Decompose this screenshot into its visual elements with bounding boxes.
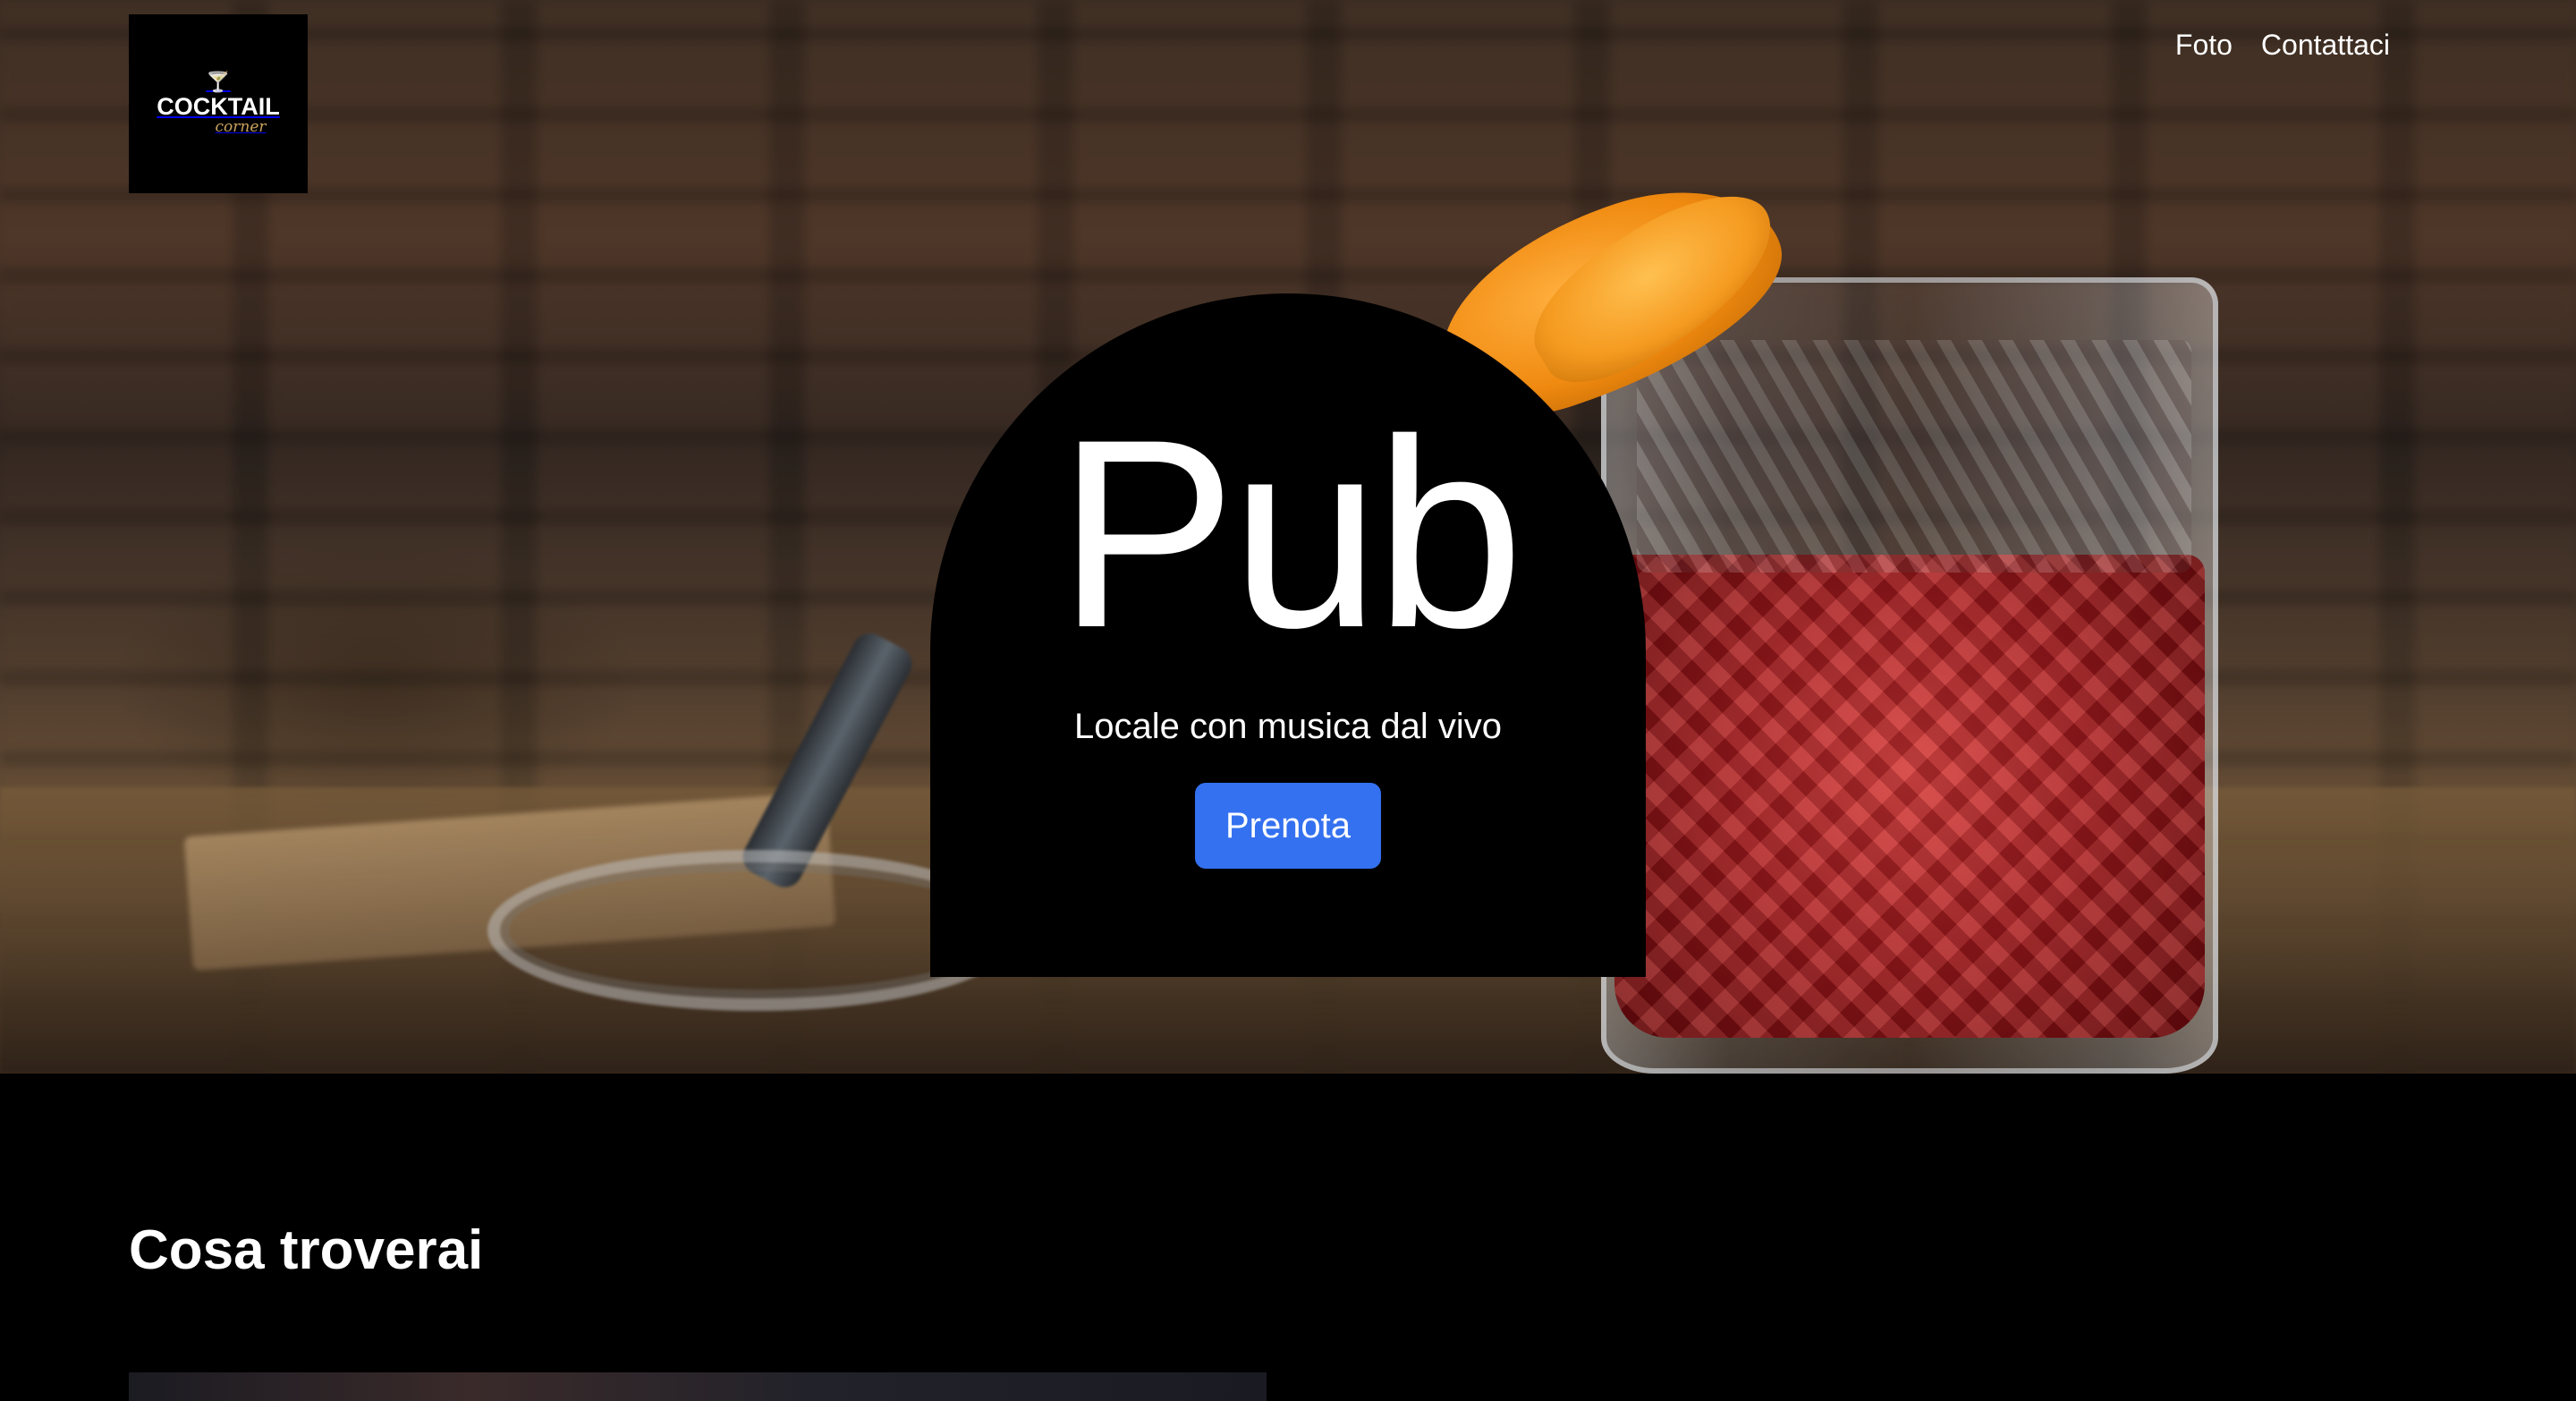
logo-subtext: corner bbox=[215, 117, 267, 136]
cocktail-liquid bbox=[1614, 555, 2205, 1038]
prenota-button[interactable]: Prenota bbox=[1194, 783, 1382, 869]
cocktail-ice bbox=[1637, 340, 2191, 573]
hero-subtitle: Locale con musica dal vivo bbox=[1073, 707, 1503, 746]
hero-title: Pub bbox=[1057, 383, 1524, 684]
site-logo[interactable]: 🍸 COCKTAIL corner bbox=[129, 14, 308, 193]
main-nav: Foto Contattaci bbox=[2175, 29, 2390, 62]
nav-link-foto[interactable]: Foto bbox=[2175, 29, 2233, 62]
nav-link-contattaci[interactable]: Contattaci bbox=[2261, 29, 2390, 62]
logo-text: COCKTAIL bbox=[157, 92, 280, 120]
cocktail-glass-icon: 🍸 bbox=[206, 71, 231, 94]
hero-arch-card: Pub Locale con musica dal vivo Prenota bbox=[930, 293, 1646, 977]
section-title: Cosa troverai bbox=[129, 1219, 484, 1281]
section-image bbox=[129, 1372, 1267, 1401]
